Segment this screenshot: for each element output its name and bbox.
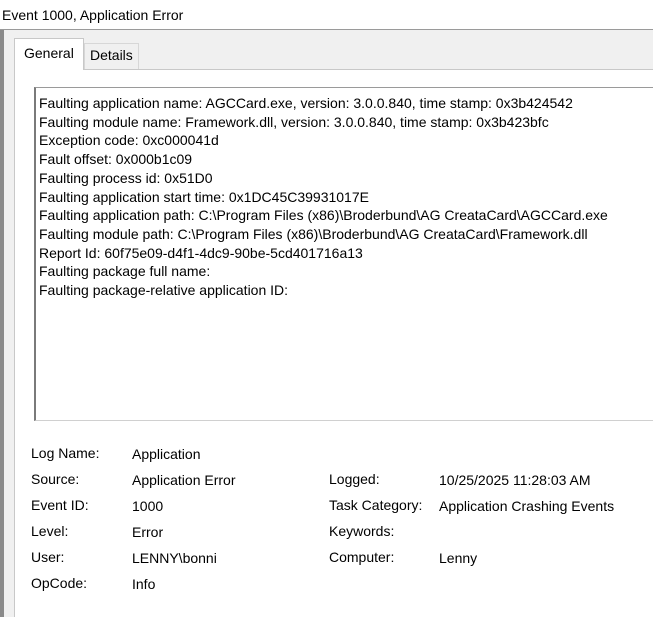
user-label: User: <box>31 549 65 565</box>
title-bar: Event 1000, Application Error <box>0 0 653 30</box>
window-left-border <box>0 30 4 617</box>
tab-details[interactable]: Details <box>84 43 139 69</box>
keywords-label: Keywords: <box>329 523 395 539</box>
description-line: Faulting application name: AGCCard.exe, … <box>39 95 573 111</box>
description-line: Fault offset: 0x000b1c09 <box>39 151 193 168</box>
general-panel: Faulting application name: AGCCard.exe, … <box>14 69 653 617</box>
level-label: Level: <box>31 523 69 539</box>
computer-label: Computer: <box>329 549 395 565</box>
logged-label: Logged: <box>329 471 380 487</box>
description-line: Exception code: 0xc000041d <box>39 132 219 149</box>
description-line: Faulting package-relative application ID… <box>39 282 289 299</box>
opcode-value: Info <box>132 576 156 592</box>
description-line: Faulting package full name: <box>39 263 211 280</box>
opcode-label: OpCode: <box>31 575 88 591</box>
event-id-value: 1000 <box>132 498 164 514</box>
description-line: Faulting module name: Framework.dll, ver… <box>39 113 549 130</box>
log-name-label: Log Name: <box>31 445 100 461</box>
description-line: Report Id: 60f75e09-d4f1-4dc9-90be-5cd40… <box>39 244 363 261</box>
task-category-label: Task Category: <box>329 497 423 513</box>
event-description-textbox[interactable]: Faulting application name: AGCCard.exe, … <box>34 87 653 421</box>
description-line: Faulting application path: C:\Program Fi… <box>39 207 608 224</box>
description-line: Faulting application start time: 0x1DC45… <box>39 188 369 205</box>
description-line: Faulting module path: C:\Program Files (… <box>39 225 588 242</box>
task-category-value: Application Crashing Events <box>439 498 615 514</box>
source-label: Source: <box>31 471 80 487</box>
description-line: Faulting process id: 0x51D0 <box>39 169 213 186</box>
event-description-text: Faulting application name: AGCCard.exe, … <box>39 94 608 300</box>
log-name-value: Application <box>132 446 201 462</box>
level-value: Error <box>132 524 164 540</box>
event-id-label: Event ID: <box>31 497 89 513</box>
tab-general[interactable]: General <box>14 38 84 70</box>
source-value: Application Error <box>132 472 236 488</box>
computer-value: Lenny <box>439 550 478 566</box>
user-value: LENNY\bonni <box>132 550 217 566</box>
logged-value: 10/25/2025 11:28:03 AM <box>439 472 591 488</box>
window-title: Event 1000, Application Error <box>2 7 184 23</box>
